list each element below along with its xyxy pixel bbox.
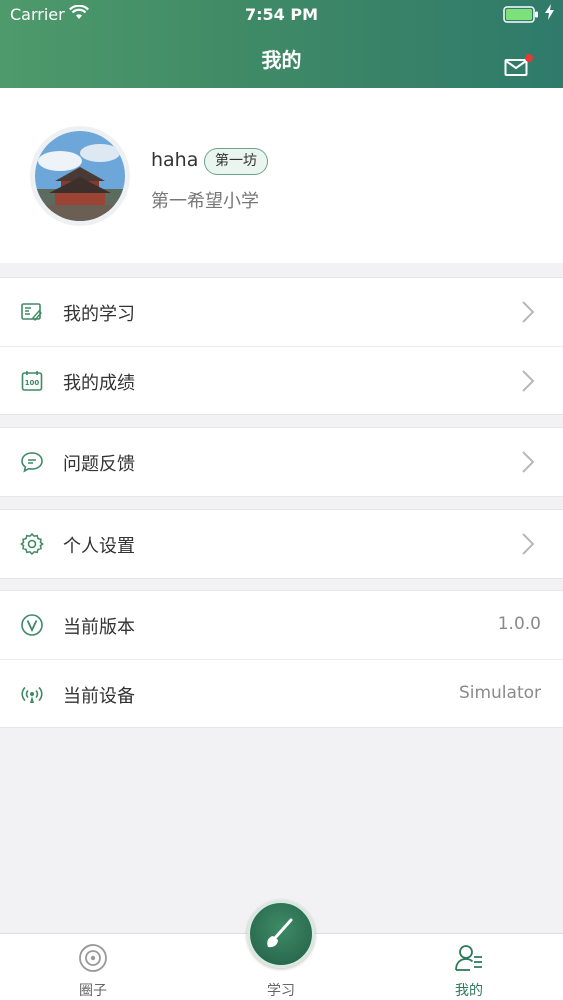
signal-icon <box>21 686 43 703</box>
avatar[interactable] <box>30 126 130 226</box>
tab-circle[interactable]: 圈子 <box>43 934 143 1000</box>
charging-icon <box>545 4 554 24</box>
mail-icon <box>504 59 528 76</box>
chat-bubble-icon <box>21 452 43 473</box>
menu-item-my-study[interactable]: 我的学习 <box>0 278 563 346</box>
tab-label: 学习 <box>267 983 295 999</box>
menu-item-label: 我的学习 <box>63 304 135 325</box>
chevron-right-icon <box>522 451 535 473</box>
menu-item-feedback[interactable]: 问题反馈 <box>0 428 563 496</box>
brush-icon <box>267 918 293 948</box>
profile-card[interactable]: haha 第一坊 第一希望小学 <box>0 88 563 263</box>
menu-item-label: 问题反馈 <box>63 454 135 475</box>
navigation-bar: Carrier 7:54 PM 我的 <box>0 0 563 88</box>
center-study-button[interactable] <box>247 900 315 968</box>
profile-tab-icon <box>455 945 482 971</box>
menu-item-version: 当前版本 1.0.0 <box>0 591 563 659</box>
svg-text:100: 100 <box>25 379 40 387</box>
menu-item-label: 我的成绩 <box>63 373 135 394</box>
menu-item-label: 当前设备 <box>63 686 135 707</box>
notification-dot <box>525 54 533 62</box>
menu-item-settings[interactable]: 个人设置 <box>0 510 563 578</box>
chevron-right-icon <box>522 301 535 323</box>
study-icon <box>21 303 42 322</box>
tab-label: 我的 <box>455 983 483 999</box>
device-value: Simulator <box>458 683 541 703</box>
menu-item-label: 当前版本 <box>63 617 135 638</box>
battery-icon <box>503 6 539 27</box>
version-value: 1.0.0 <box>497 614 541 634</box>
menu-item-device: 当前设备 Simulator <box>0 659 563 727</box>
menu-group-study: 我的学习 100 我的成绩 <box>0 277 563 415</box>
status-bar: Carrier 7:54 PM <box>0 0 563 30</box>
clock: 7:54 PM <box>244 5 318 24</box>
score-icon: 100 <box>21 371 43 391</box>
school-name: 第一希望小学 <box>151 191 259 212</box>
status-badge: 第一坊 <box>204 148 268 175</box>
tab-label: 圈子 <box>79 983 107 999</box>
chevron-right-icon <box>522 533 535 555</box>
page-title: 我的 <box>261 48 302 72</box>
message-button[interactable] <box>504 54 533 77</box>
tab-mine[interactable]: 我的 <box>419 934 519 1000</box>
menu-group-feedback: 问题反馈 <box>0 427 563 497</box>
menu-item-my-scores[interactable]: 100 我的成绩 <box>0 346 563 414</box>
menu-item-label: 个人设置 <box>63 536 135 557</box>
menu-group-info: 当前版本 1.0.0 当前设备 Simulator <box>0 590 563 728</box>
gear-icon <box>20 532 44 556</box>
menu-group-settings: 个人设置 <box>0 509 563 579</box>
version-icon <box>21 614 43 636</box>
circle-tab-icon <box>79 944 107 972</box>
chevron-right-icon <box>522 370 535 392</box>
username: haha <box>151 149 199 171</box>
